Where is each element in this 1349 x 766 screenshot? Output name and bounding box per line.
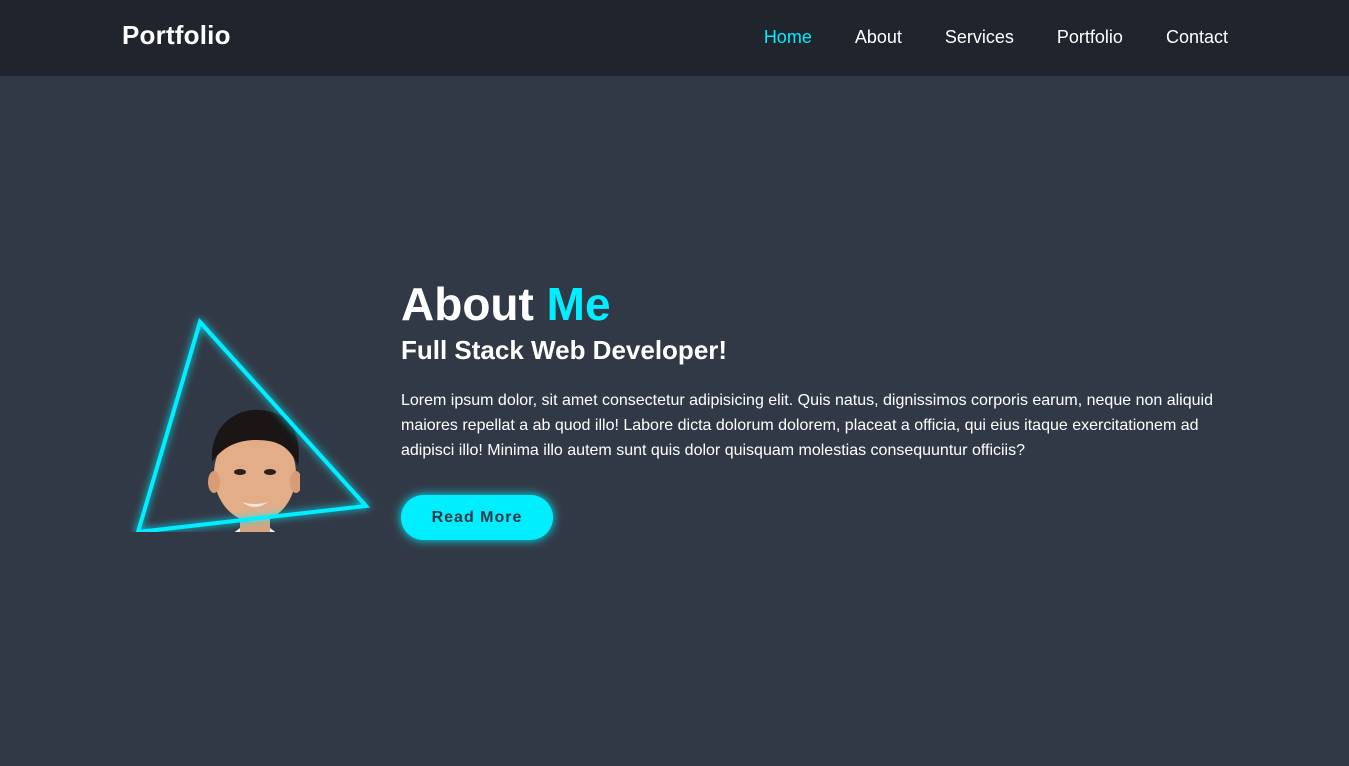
nav-about-link[interactable]: About [855,26,902,48]
about-heading-main: About [401,278,534,330]
site-header: Portfolio Home About Services Portfolio … [0,0,1349,76]
nav-contact-link[interactable]: Contact [1166,26,1228,48]
profile-photo-triangle [135,318,371,594]
about-heading: About Me [401,276,1231,332]
nav-services-link[interactable]: Services [945,26,1014,48]
main-nav: Home About Services Portfolio Contact [721,26,1228,48]
profile-image [130,302,380,594]
about-content: About Me Full Stack Web Developer! Lorem… [401,276,1231,540]
logo-link[interactable]: Portfolio [122,20,231,51]
read-more-button[interactable]: Read More [401,495,553,540]
about-section: About Me Full Stack Web Developer! Lorem… [0,76,1349,766]
about-heading-accent: Me [546,278,611,330]
about-description: Lorem ipsum dolor, sit amet consectetur … [401,392,1213,459]
nav-home-link[interactable]: Home [764,26,812,48]
about-subheading: Full Stack Web Developer! [401,335,728,365]
nav-portfolio-link[interactable]: Portfolio [1057,26,1123,48]
